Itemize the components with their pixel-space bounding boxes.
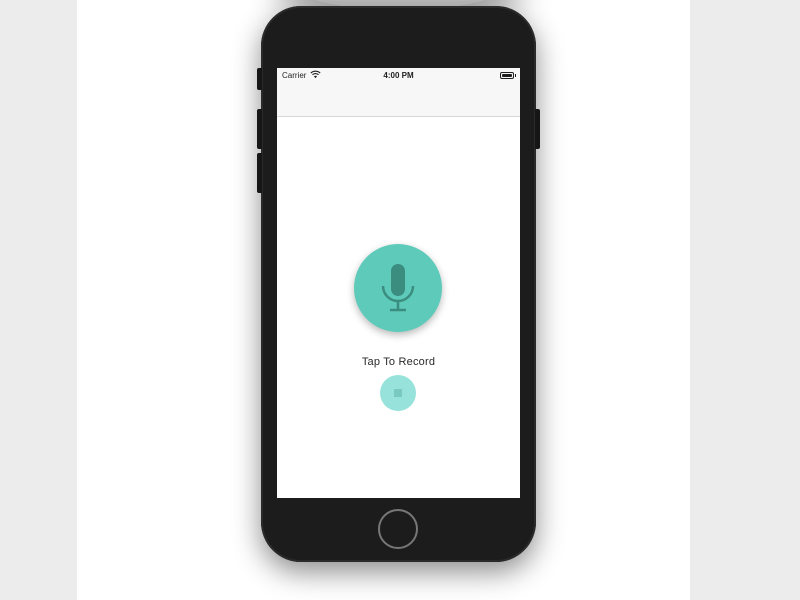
- volume-up-button: [257, 109, 262, 149]
- stop-button[interactable]: [380, 375, 416, 411]
- phone-frame: Carrier 4:00 PM Tap To Record: [257, 6, 540, 562]
- microphone-icon: [381, 264, 415, 312]
- stop-icon: [394, 389, 402, 397]
- status-bar: Carrier 4:00 PM: [277, 68, 520, 82]
- record-button[interactable]: [354, 244, 442, 332]
- status-time: 4:00 PM: [383, 71, 414, 80]
- mute-switch: [257, 68, 262, 90]
- battery-icon: [500, 72, 516, 79]
- volume-down-button: [257, 153, 262, 193]
- record-caption: Tap To Record: [361, 356, 436, 368]
- power-button: [535, 109, 540, 149]
- home-button[interactable]: [378, 509, 418, 549]
- app-screen: Carrier 4:00 PM Tap To Record: [277, 68, 520, 498]
